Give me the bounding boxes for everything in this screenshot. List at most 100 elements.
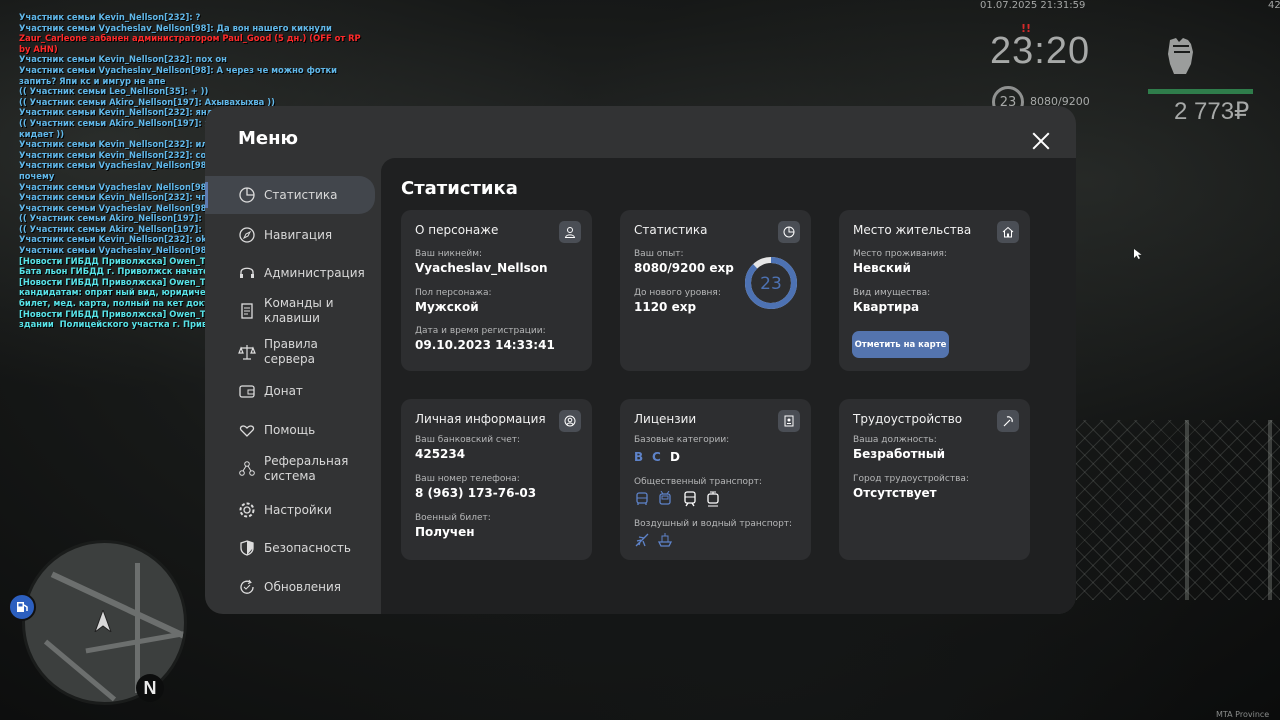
chat-line: (( Участник семьи Leo_Nellson[35]: + ))	[19, 86, 209, 97]
license-category: C	[652, 450, 661, 464]
exp-label: Ваш опыт:	[634, 249, 684, 259]
player-arrow-icon	[94, 610, 112, 632]
sidebar-item[interactable]: Донат	[205, 372, 375, 410]
military-label: Военный билет:	[415, 513, 491, 523]
north-indicator: N	[136, 674, 164, 702]
tram-icon	[707, 491, 719, 507]
sidebar-item[interactable]: Настройки	[205, 491, 375, 529]
sidebar-item-label: Администрация	[264, 265, 365, 280]
stats-content: Статистика О персонаже Ваш никнейм: Vyac…	[381, 158, 1076, 614]
fence-post	[1185, 420, 1189, 600]
boat-icon	[657, 533, 673, 547]
sidebar-item-label: Обновления	[264, 579, 342, 594]
refresh-icon	[240, 579, 254, 594]
user-circle-icon	[559, 410, 581, 432]
fist-icon	[1168, 38, 1193, 74]
sidebar-item-label: Команды и клавиши	[264, 296, 334, 325]
sidebar-item[interactable]: Правила сервера	[205, 333, 375, 371]
menu-panel: Меню Статистика Навигация Администрация Ком…	[205, 106, 1076, 614]
sidebar-item-label: Безопасность	[264, 540, 351, 555]
level-progress-ring: 23	[745, 257, 797, 309]
server-footer: MTA Province #8	[1216, 710, 1270, 720]
sidebar-item[interactable]: Навигация	[205, 216, 375, 254]
headset-icon	[240, 267, 254, 278]
sidebar-item[interactable]: Безопасность	[205, 529, 375, 567]
close-button[interactable]	[1029, 129, 1053, 153]
trolleybus-icon	[659, 491, 671, 505]
pie-chart-icon	[239, 187, 255, 203]
card-title: Место жительства	[853, 223, 972, 237]
bank-label: Ваш банковский счет:	[415, 435, 521, 445]
card-title: О персонаже	[415, 223, 499, 237]
chat-line: Участник семьи Vyacheslav_Nellson[98]: Д…	[19, 22, 332, 33]
card-title: Статистика	[634, 223, 708, 237]
card-residence: Место жительства Место проживания: Невск…	[839, 210, 1030, 371]
chat-line: Участник семьи Kevin_Nellson[232]: пох о…	[19, 54, 227, 65]
wallet-icon	[239, 385, 255, 398]
user-icon	[559, 221, 581, 243]
phone-label: Ваш номер телефона:	[415, 474, 520, 484]
sidebar-item-label: Навигация	[264, 227, 333, 242]
card-character: О персонаже Ваш никнейм: Vyacheslav_Nell…	[401, 210, 592, 371]
chat-line: Участник семьи Kevin_Nellson[232]: ?	[19, 12, 201, 22]
sidebar-item-label: Статистика	[264, 187, 338, 202]
card-employment: Трудоустройство Ваша должность: Безработ…	[839, 399, 1030, 560]
network-icon	[239, 461, 255, 476]
gear-icon	[239, 502, 255, 518]
exp-value: 8080/9200 exp	[634, 261, 734, 275]
sidebar-item[interactable]: Помощь	[205, 411, 375, 449]
sidebar-item-label: Настройки	[264, 502, 332, 517]
employment-city-label: Город трудоустройства:	[853, 474, 969, 484]
card-licenses: Лицензии Базовые категории: BCD Обществе…	[620, 399, 811, 560]
shield-icon	[240, 540, 254, 556]
gender-value: Мужской	[415, 300, 479, 314]
sidebar-item[interactable]: Администрация	[205, 254, 375, 292]
heart-hands-icon	[239, 425, 255, 437]
content-title: Статистика	[401, 178, 518, 199]
public-transport-label: Общественный транспорт:	[634, 477, 762, 487]
residence-value: Невский	[853, 261, 911, 275]
gas-station-icon	[8, 593, 36, 621]
mark-on-map-button[interactable]: Отметить на карте	[852, 331, 949, 358]
fence-post	[1268, 420, 1272, 600]
air-water-label: Воздушный и водный транспорт:	[634, 519, 793, 529]
phone-value: 8 (963) 173-76-03	[415, 486, 537, 500]
level-value: 23	[760, 274, 782, 294]
card-title: Трудоустройство	[853, 412, 963, 426]
card-title: Личная информация	[415, 412, 546, 426]
license-category: B	[634, 450, 644, 464]
next-level-value: 1120 exp	[634, 300, 697, 314]
next-level-label: До нового уровня:	[634, 288, 721, 298]
base-categories-label: Базовые категории:	[634, 435, 730, 445]
card-stats: Статистика Ваш опыт: 8080/9200 exp До но…	[620, 210, 811, 371]
scales-icon	[238, 345, 256, 360]
nickname-value: Vyacheslav_Nellson	[415, 261, 548, 275]
id-card-icon	[778, 410, 800, 432]
sidebar-item[interactable]: Обновления	[205, 568, 375, 606]
sidebar-item-label: Донат	[264, 383, 303, 398]
position-label: Ваша должность:	[853, 435, 937, 445]
registration-label: Дата и время регистрации:	[415, 326, 546, 336]
bus-icon	[636, 492, 648, 505]
sidebar-item-label: Помощь	[264, 422, 316, 437]
hud-clock: 23:20	[990, 30, 1091, 72]
property-value: Квартира	[853, 300, 920, 314]
gender-label: Пол персонажа:	[415, 288, 492, 298]
registration-value: 09.10.2023 14:33:41	[415, 338, 555, 352]
position-value: Безработный	[853, 447, 946, 461]
sidebar-item[interactable]: Команды и клавиши	[205, 292, 375, 330]
hud-money: 2 773₽	[1174, 98, 1250, 125]
license-category: D	[670, 450, 680, 464]
bank-value: 425234	[415, 447, 466, 461]
document-icon	[241, 303, 253, 319]
menu-title: Меню	[238, 128, 299, 149]
sidebar-item[interactable]: Статистика	[205, 176, 375, 214]
nickname-label: Ваш никнейм:	[415, 249, 483, 259]
sidebar-item[interactable]: Реферальная система	[205, 450, 375, 488]
military-value: Получен	[415, 525, 475, 539]
chain-link-fence	[1076, 420, 1280, 600]
property-label: Вид имущества:	[853, 288, 931, 298]
pickaxe-icon	[997, 410, 1019, 432]
home-icon	[997, 221, 1019, 243]
residence-label: Место проживания:	[853, 249, 947, 259]
